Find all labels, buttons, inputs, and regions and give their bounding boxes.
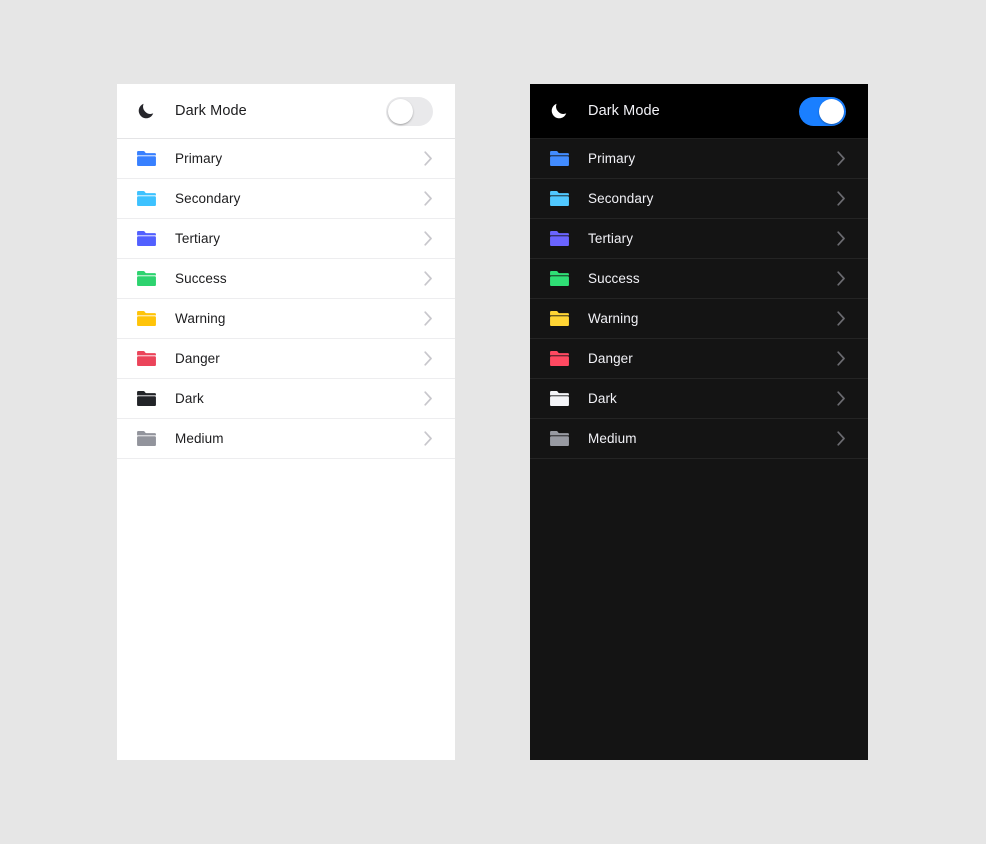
folder-icon (117, 390, 175, 407)
folder-icon (530, 190, 588, 207)
list-item[interactable]: Tertiary (530, 219, 868, 259)
chevron-right-icon (837, 311, 845, 326)
list-item[interactable]: Dark (117, 379, 455, 419)
list-item[interactable]: Medium (530, 419, 868, 459)
dark-panel-empty-area (530, 459, 868, 760)
list-item[interactable]: Medium (117, 419, 455, 459)
light-theme-panel: Dark Mode Primary Secondary Tertiary Suc… (117, 84, 455, 760)
switch-knob (388, 98, 413, 124)
screen: Dark Mode Primary Secondary Tertiary Suc… (0, 0, 986, 844)
folder-icon (530, 150, 588, 167)
list-item-label: Success (588, 271, 640, 286)
list-item-label: Tertiary (175, 231, 221, 246)
list-item-label: Medium (588, 431, 637, 446)
chevron-right-icon (424, 271, 432, 286)
switch-knob (819, 98, 844, 124)
chevron-right-icon (424, 151, 432, 166)
list-item[interactable]: Warning (117, 299, 455, 339)
chevron-right-icon (424, 431, 432, 446)
dark-mode-toggle-row[interactable]: Dark Mode (117, 84, 455, 139)
folder-icon (117, 230, 175, 247)
dark-theme-panel: Dark Mode Primary Secondary Tertiary Suc… (530, 84, 868, 760)
dark-mode-switch[interactable] (386, 96, 433, 126)
folder-icon (117, 270, 175, 287)
moon-icon (530, 101, 588, 121)
list-item[interactable]: Primary (117, 139, 455, 179)
chevron-right-icon (424, 351, 432, 366)
list-item[interactable]: Tertiary (117, 219, 455, 259)
folder-icon (117, 150, 175, 167)
light-color-list: Primary Secondary Tertiary Success Warni… (117, 139, 455, 459)
chevron-right-icon (837, 271, 845, 286)
chevron-right-icon (424, 391, 432, 406)
list-item[interactable]: Danger (530, 339, 868, 379)
dark-mode-switch[interactable] (799, 96, 846, 126)
list-item[interactable]: Secondary (117, 179, 455, 219)
list-item-label: Dark (175, 391, 204, 406)
dark-mode-label: Dark Mode (175, 103, 247, 119)
list-item-label: Danger (175, 351, 220, 366)
list-item-label: Secondary (175, 191, 241, 206)
list-item-label: Tertiary (588, 231, 634, 246)
folder-icon (530, 430, 588, 447)
list-item-label: Medium (175, 431, 224, 446)
list-item-label: Warning (588, 311, 639, 326)
list-item-label: Primary (175, 151, 223, 166)
list-item-label: Warning (175, 311, 226, 326)
list-item-label: Success (175, 271, 227, 286)
chevron-right-icon (837, 351, 845, 366)
chevron-right-icon (837, 231, 845, 246)
folder-icon (117, 310, 175, 327)
list-item[interactable]: Success (117, 259, 455, 299)
chevron-right-icon (837, 191, 845, 206)
chevron-right-icon (424, 191, 432, 206)
folder-icon (530, 310, 588, 327)
folder-icon (117, 430, 175, 447)
chevron-right-icon (837, 151, 845, 166)
chevron-right-icon (424, 311, 432, 326)
list-item-label: Danger (588, 351, 633, 366)
chevron-right-icon (837, 431, 845, 446)
list-item-label: Primary (588, 151, 636, 166)
dark-mode-label: Dark Mode (588, 103, 660, 119)
folder-icon (530, 350, 588, 367)
list-item[interactable]: Warning (530, 299, 868, 339)
list-item[interactable]: Dark (530, 379, 868, 419)
list-item-label: Dark (588, 391, 617, 406)
dark-color-list: Primary Secondary Tertiary Success Warni… (530, 139, 868, 459)
folder-icon (530, 270, 588, 287)
dark-mode-toggle-row[interactable]: Dark Mode (530, 84, 868, 139)
folder-icon (117, 350, 175, 367)
list-item[interactable]: Primary (530, 139, 868, 179)
chevron-right-icon (424, 231, 432, 246)
list-item[interactable]: Danger (117, 339, 455, 379)
light-panel-empty-area (117, 459, 455, 760)
moon-icon (117, 101, 175, 121)
list-item[interactable]: Secondary (530, 179, 868, 219)
chevron-right-icon (837, 391, 845, 406)
list-item[interactable]: Success (530, 259, 868, 299)
folder-icon (530, 230, 588, 247)
folder-icon (530, 390, 588, 407)
folder-icon (117, 190, 175, 207)
list-item-label: Secondary (588, 191, 654, 206)
